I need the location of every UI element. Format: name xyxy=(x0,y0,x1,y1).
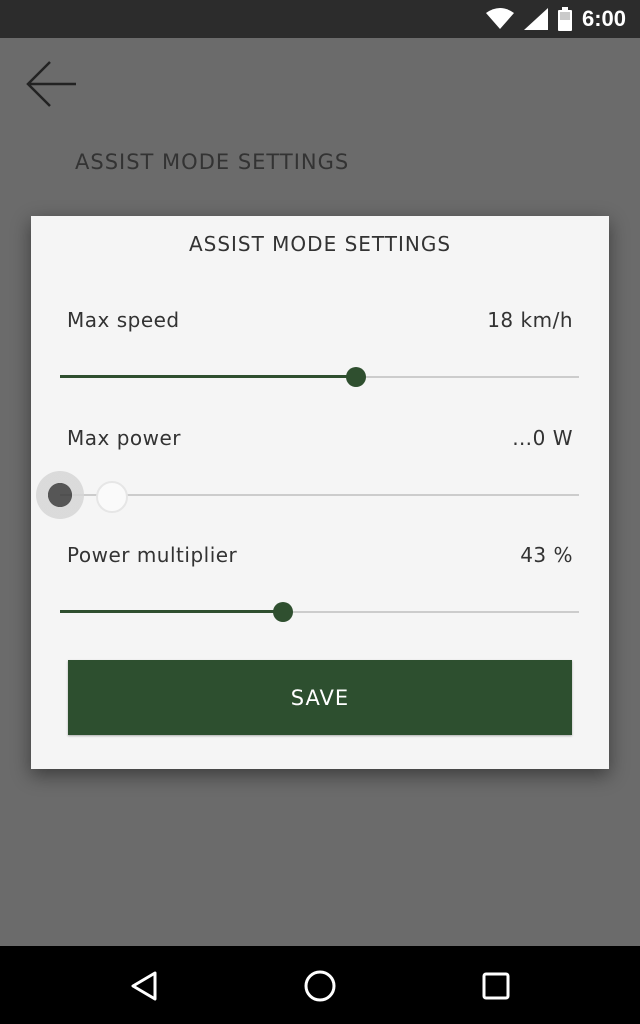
save-button[interactable]: SAVE xyxy=(68,660,572,735)
power-multiplier-label: Power multiplier xyxy=(67,543,238,567)
back-triangle-icon[interactable] xyxy=(122,964,166,1008)
max-speed-label: Max speed xyxy=(67,308,180,332)
dialog-title: ASSIST MODE SETTINGS xyxy=(188,232,452,256)
slider-thumb-ghost xyxy=(96,481,128,513)
slider-fill xyxy=(60,375,356,378)
max-power-slider[interactable] xyxy=(36,471,579,519)
power-multiplier-value: 43 % xyxy=(520,543,573,567)
power-multiplier-slider[interactable] xyxy=(60,597,579,627)
home-circle-icon[interactable] xyxy=(298,964,342,1008)
slider-thumb-pressed[interactable] xyxy=(36,471,84,519)
wifi-icon xyxy=(485,8,514,29)
screen: 6:00 ASSIST MODE SETTINGS __ ASSIST MODE… xyxy=(0,0,640,1024)
slider-thumb[interactable] xyxy=(345,367,366,387)
max-power-label: Max power xyxy=(67,426,182,450)
signal-icon xyxy=(523,8,548,30)
assist-mode-dialog: ASSIST MODE SETTINGS Max speed 18 km/h M… xyxy=(31,216,609,769)
background-title: ASSIST MODE SETTINGS xyxy=(75,150,350,174)
slider-fill xyxy=(60,610,284,613)
slider-track xyxy=(60,494,579,496)
slider-thumb[interactable] xyxy=(273,602,294,622)
navigation-bar xyxy=(0,946,640,1024)
battery-icon xyxy=(557,7,572,31)
max-speed-value: 18 km/h xyxy=(487,308,573,332)
back-arrow-icon[interactable] xyxy=(24,56,80,112)
status-icons: 6:00 xyxy=(485,0,626,38)
max-power-value: …0 W xyxy=(512,426,573,450)
recents-square-icon[interactable] xyxy=(474,964,518,1008)
status-time: 6:00 xyxy=(581,6,626,31)
max-speed-slider[interactable] xyxy=(60,362,579,392)
status-bar: 6:00 xyxy=(0,0,640,38)
